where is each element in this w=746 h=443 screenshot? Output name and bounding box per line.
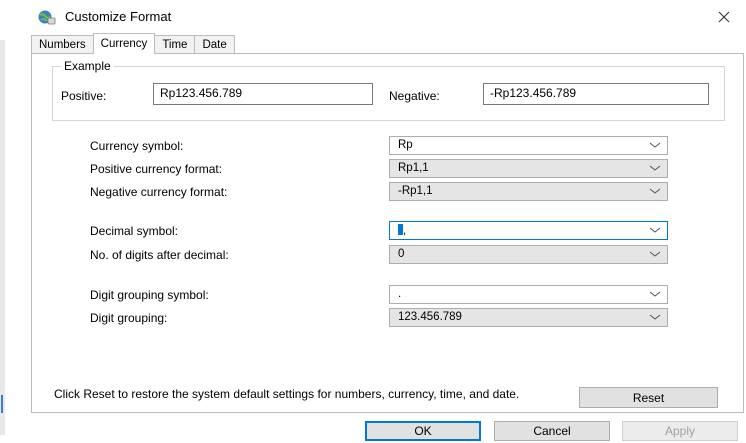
close-icon (718, 11, 730, 23)
digit-grouping-combo[interactable]: 123.456.789 (389, 308, 668, 327)
chevron-down-icon (649, 142, 661, 148)
currency-panel: Example Positive: Rp123.456.789 Negative… (31, 53, 744, 413)
positive-format-label: Positive currency format: (90, 162, 223, 176)
customize-format-dialog: Customize Format Numbers Currency Time D… (0, 0, 746, 443)
currency-symbol-label: Currency symbol: (90, 139, 184, 153)
reset-button[interactable]: Reset (579, 387, 718, 408)
example-legend: Example (61, 59, 114, 73)
ok-button[interactable]: OK (365, 421, 481, 441)
positive-format-value: Rp1,1 (398, 162, 429, 174)
close-button[interactable] (712, 6, 736, 28)
negative-format-value: -Rp1,1 (398, 185, 433, 197)
digit-grouping-value: 123.456.789 (398, 311, 462, 323)
chevron-down-icon (649, 314, 661, 320)
decimal-symbol-label: Decimal symbol: (90, 224, 179, 238)
negative-format-label: Negative currency format: (90, 185, 228, 199)
digits-after-decimal-value: 0 (398, 248, 405, 260)
example-group: Example Positive: Rp123.456.789 Negative… (52, 59, 725, 121)
positive-example-box: Rp123.456.789 (153, 83, 373, 105)
tab-currency[interactable]: Currency (92, 33, 156, 54)
decimal-symbol-value: , (403, 225, 407, 237)
decimal-symbol-combo[interactable]: , (389, 221, 668, 240)
digits-after-decimal-combo[interactable]: 0 (389, 245, 668, 264)
chevron-down-icon (649, 188, 661, 194)
digit-grouping-symbol-label: Digit grouping symbol: (90, 288, 209, 302)
negative-label: Negative: (389, 89, 440, 103)
chevron-down-icon (649, 227, 661, 233)
cancel-button[interactable]: Cancel (494, 421, 610, 441)
digits-after-decimal-label: No. of digits after decimal: (90, 248, 229, 262)
tab-numbers[interactable]: Numbers (31, 35, 94, 54)
currency-symbol-value: Rp (398, 139, 413, 151)
chevron-down-icon (649, 251, 661, 257)
digit-grouping-symbol-value: . (398, 288, 402, 300)
apply-button[interactable]: Apply (622, 421, 738, 441)
left-edge (0, 40, 5, 435)
window-title: Customize Format (65, 9, 172, 24)
currency-symbol-combo[interactable]: Rp (389, 136, 668, 155)
digit-grouping-label: Digit grouping: (90, 311, 168, 325)
digit-grouping-symbol-combo[interactable]: . (389, 285, 668, 304)
positive-format-combo[interactable]: Rp1,1 (389, 159, 668, 178)
chevron-down-icon (649, 291, 661, 297)
tab-date[interactable]: Date (194, 35, 235, 54)
negative-format-combo[interactable]: -Rp1,1 (389, 182, 668, 201)
negative-example-box: -Rp123.456.789 (483, 83, 709, 105)
tab-time[interactable]: Time (154, 35, 196, 54)
tab-strip: Numbers Currency Time Date (31, 33, 235, 54)
positive-label: Positive: (61, 89, 107, 103)
globe-settings-icon (38, 10, 56, 25)
title-bar: Customize Format (0, 0, 746, 34)
reset-description: Click Reset to restore the system defaul… (54, 387, 520, 401)
chevron-down-icon (649, 165, 661, 171)
